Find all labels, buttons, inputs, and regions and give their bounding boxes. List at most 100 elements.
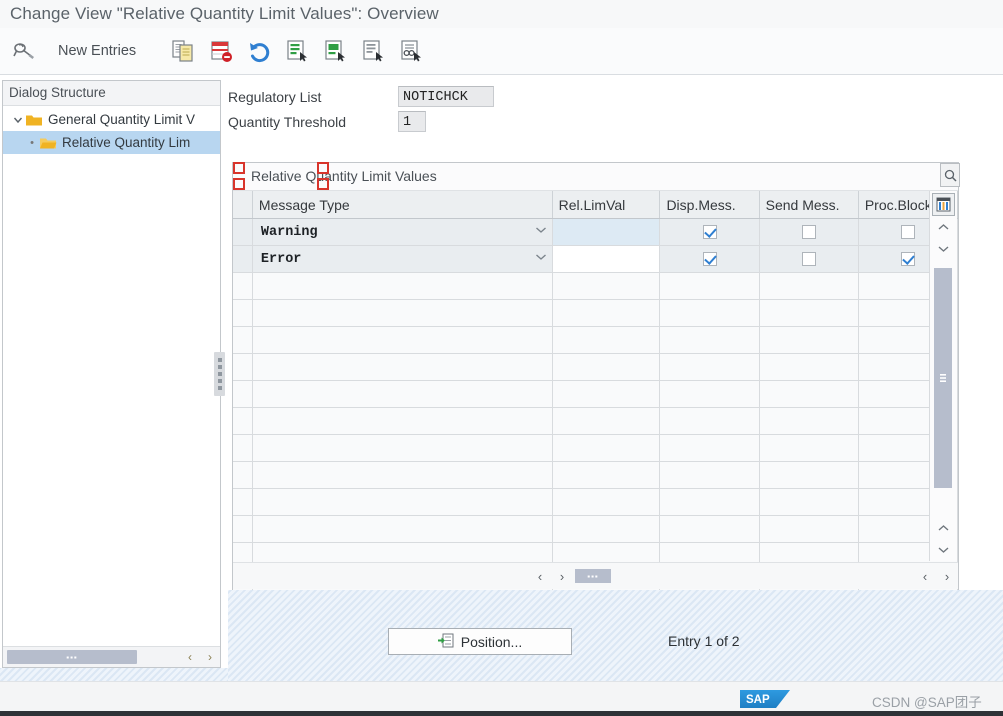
select-all-icon[interactable] (280, 34, 314, 68)
table-row-empty[interactable] (233, 488, 959, 516)
row-selector[interactable] (233, 434, 253, 462)
cell-empty[interactable] (659, 326, 760, 354)
regulatory-list-field[interactable]: NOTICHCK (398, 86, 494, 107)
table-horizontal-scrollbar[interactable]: ‹ › ▪▪▪ ‹ › (233, 562, 958, 589)
proc-block-checkbox[interactable] (900, 225, 915, 239)
row-selector[interactable] (233, 245, 253, 273)
undo-icon[interactable] (242, 34, 276, 68)
row-selector[interactable] (233, 488, 253, 516)
row-selector[interactable] (233, 353, 253, 381)
cell-empty[interactable] (552, 380, 661, 408)
scroll-thumb[interactable]: ▪▪▪ (575, 569, 611, 583)
select-details-icon[interactable] (394, 34, 428, 68)
cell-empty[interactable] (552, 326, 661, 354)
table-row-empty[interactable] (233, 299, 959, 327)
sidebar-item-relative-quantity-limit-values[interactable]: • Relative Quantity Lim (3, 131, 220, 154)
new-entries-button[interactable]: New Entries (44, 43, 150, 59)
cell-empty[interactable] (552, 407, 661, 435)
cell-empty[interactable] (252, 515, 553, 543)
copy-as-icon[interactable] (166, 34, 200, 68)
scroll-track[interactable] (931, 260, 956, 517)
cell-rel-limval[interactable] (233, 162, 960, 246)
rel-limval-input[interactable] (552, 219, 660, 245)
table-row[interactable]: Error (233, 245, 959, 273)
cell-empty[interactable] (759, 353, 859, 381)
cell-empty[interactable] (552, 434, 661, 462)
column-header-rel-limval[interactable]: Rel.LimVal (552, 191, 661, 219)
cell-empty[interactable] (552, 272, 661, 300)
cell-empty[interactable] (659, 515, 760, 543)
table-row-empty[interactable] (233, 353, 959, 381)
cell-empty[interactable] (552, 488, 661, 516)
row-selector[interactable] (233, 461, 253, 489)
cell-empty[interactable] (552, 353, 661, 381)
delete-icon[interactable] (204, 34, 238, 68)
table-row-empty[interactable] (233, 515, 959, 543)
cell-disp-mess[interactable] (659, 245, 760, 273)
scroll-right-icon[interactable]: › (200, 648, 220, 666)
row-selector[interactable] (233, 380, 253, 408)
cell-empty[interactable] (252, 299, 553, 327)
scroll-page-left-icon[interactable]: ‹ (914, 565, 936, 587)
display-change-icon[interactable] (8, 34, 42, 68)
row-selector[interactable] (233, 407, 253, 435)
scroll-up-icon[interactable] (931, 216, 956, 238)
cell-empty[interactable] (759, 407, 859, 435)
cell-empty[interactable] (252, 380, 553, 408)
cell-empty[interactable] (252, 272, 553, 300)
cell-empty[interactable] (659, 434, 760, 462)
row-selector[interactable] (233, 515, 253, 543)
chevron-down-icon[interactable] (535, 226, 547, 238)
cell-empty[interactable] (759, 461, 859, 489)
cell-send-mess[interactable] (759, 218, 859, 246)
table-row-empty[interactable] (233, 434, 959, 462)
value-help-search-icon[interactable] (940, 163, 960, 187)
table-row-empty[interactable] (233, 407, 959, 435)
row-selector[interactable] (233, 299, 253, 327)
rel-limval-input[interactable] (552, 246, 660, 272)
disp-mess-checkbox[interactable] (702, 252, 717, 266)
table-settings-icon[interactable] (932, 193, 955, 216)
cell-empty[interactable] (759, 434, 859, 462)
cell-empty[interactable] (252, 488, 553, 516)
cell-empty[interactable] (552, 515, 661, 543)
sidebar-horizontal-scrollbar[interactable]: ▪▪▪ ‹ › (3, 646, 220, 667)
column-header-send-mess[interactable]: Send Mess. (759, 191, 859, 219)
table-row-empty[interactable] (233, 461, 959, 489)
cell-message-type[interactable]: Error (252, 245, 553, 273)
cell-empty[interactable] (552, 299, 661, 327)
scroll-down-icon[interactable] (931, 238, 956, 260)
sidebar-item-general-quantity-limit-values[interactable]: General Quantity Limit V (3, 108, 220, 131)
cell-empty[interactable] (759, 488, 859, 516)
column-header-disp-mess[interactable]: Disp.Mess. (659, 191, 760, 219)
page-up-icon[interactable] (931, 517, 956, 539)
deselect-all-icon[interactable] (356, 34, 390, 68)
position-button[interactable]: Position... (388, 628, 572, 655)
scrollbar-thumb[interactable]: ▪▪▪ (7, 650, 137, 664)
scroll-left-icon[interactable]: ‹ (529, 565, 551, 587)
table-row[interactable]: Warning (233, 162, 960, 246)
expand-collapse-chevron-icon[interactable] (11, 113, 25, 127)
cell-empty[interactable] (759, 380, 859, 408)
row-selector[interactable] (233, 272, 253, 300)
disp-mess-checkbox[interactable] (702, 225, 717, 239)
row-selector[interactable] (233, 326, 253, 354)
table-row-empty[interactable] (233, 326, 959, 354)
cell-empty[interactable] (252, 407, 553, 435)
cell-empty[interactable] (252, 326, 553, 354)
cell-empty[interactable] (252, 461, 553, 489)
row-selector[interactable] (233, 218, 253, 246)
cell-empty[interactable] (659, 353, 760, 381)
select-all-column-header[interactable] (233, 191, 253, 219)
cell-empty[interactable] (252, 353, 553, 381)
scroll-right-icon[interactable]: › (551, 565, 573, 587)
panel-splitter-handle[interactable] (214, 352, 225, 396)
table-vertical-scrollbar[interactable] (929, 191, 957, 561)
cell-empty[interactable] (552, 461, 661, 489)
select-block-icon[interactable] (318, 34, 352, 68)
chevron-down-icon[interactable] (535, 253, 547, 265)
cell-empty[interactable] (659, 407, 760, 435)
cell-empty[interactable] (659, 299, 760, 327)
cell-empty[interactable] (759, 515, 859, 543)
scroll-left-icon[interactable]: ‹ (180, 648, 200, 666)
